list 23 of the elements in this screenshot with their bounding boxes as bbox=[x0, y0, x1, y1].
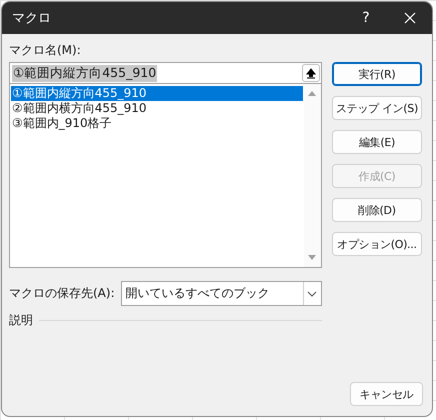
window-title: マクロ bbox=[12, 10, 52, 27]
dialog-button[interactable]: 削除(D) bbox=[332, 198, 422, 222]
dialog-button[interactable]: ステップ イン(S) bbox=[332, 96, 422, 120]
macro-list-item[interactable]: ③範囲内_910格子 bbox=[11, 116, 303, 131]
macro-list-item[interactable]: ②範囲内横方向455_910 bbox=[11, 101, 303, 116]
macro-list[interactable]: ①範囲内縦方向455_910 ②範囲内横方向455_910 ③範囲内_910格子 bbox=[9, 84, 322, 268]
macros-in-dropdown[interactable]: 開いているすべてのブック bbox=[120, 281, 322, 306]
macro-name-label: マクロ名(M): bbox=[9, 42, 82, 58]
close-icon bbox=[404, 12, 416, 24]
collapse-button[interactable] bbox=[302, 64, 320, 82]
macro-list-item[interactable]: ①範囲内縦方向455_910 bbox=[11, 86, 303, 101]
help-button[interactable]: ? bbox=[344, 2, 388, 34]
dialog-button[interactable]: オプション(O)... bbox=[332, 232, 422, 256]
macro-name-value: ①範囲内縦方向455_910 bbox=[12, 64, 158, 82]
macros-in-value: 開いているすべてのブック bbox=[126, 285, 271, 302]
macro-name-field[interactable]: ①範囲内縦方向455_910 bbox=[9, 62, 322, 84]
chevron-down-icon bbox=[307, 290, 318, 296]
upload-arrow-icon bbox=[306, 68, 316, 78]
dialog-button[interactable]: 実行(R) bbox=[332, 62, 422, 86]
description-label: 説明 bbox=[9, 312, 33, 328]
dialog-button[interactable]: 編集(E) bbox=[332, 130, 422, 154]
cancel-button[interactable]: キャンセル bbox=[350, 382, 423, 406]
macros-in-label: マクロの保存先(A): bbox=[9, 285, 115, 302]
